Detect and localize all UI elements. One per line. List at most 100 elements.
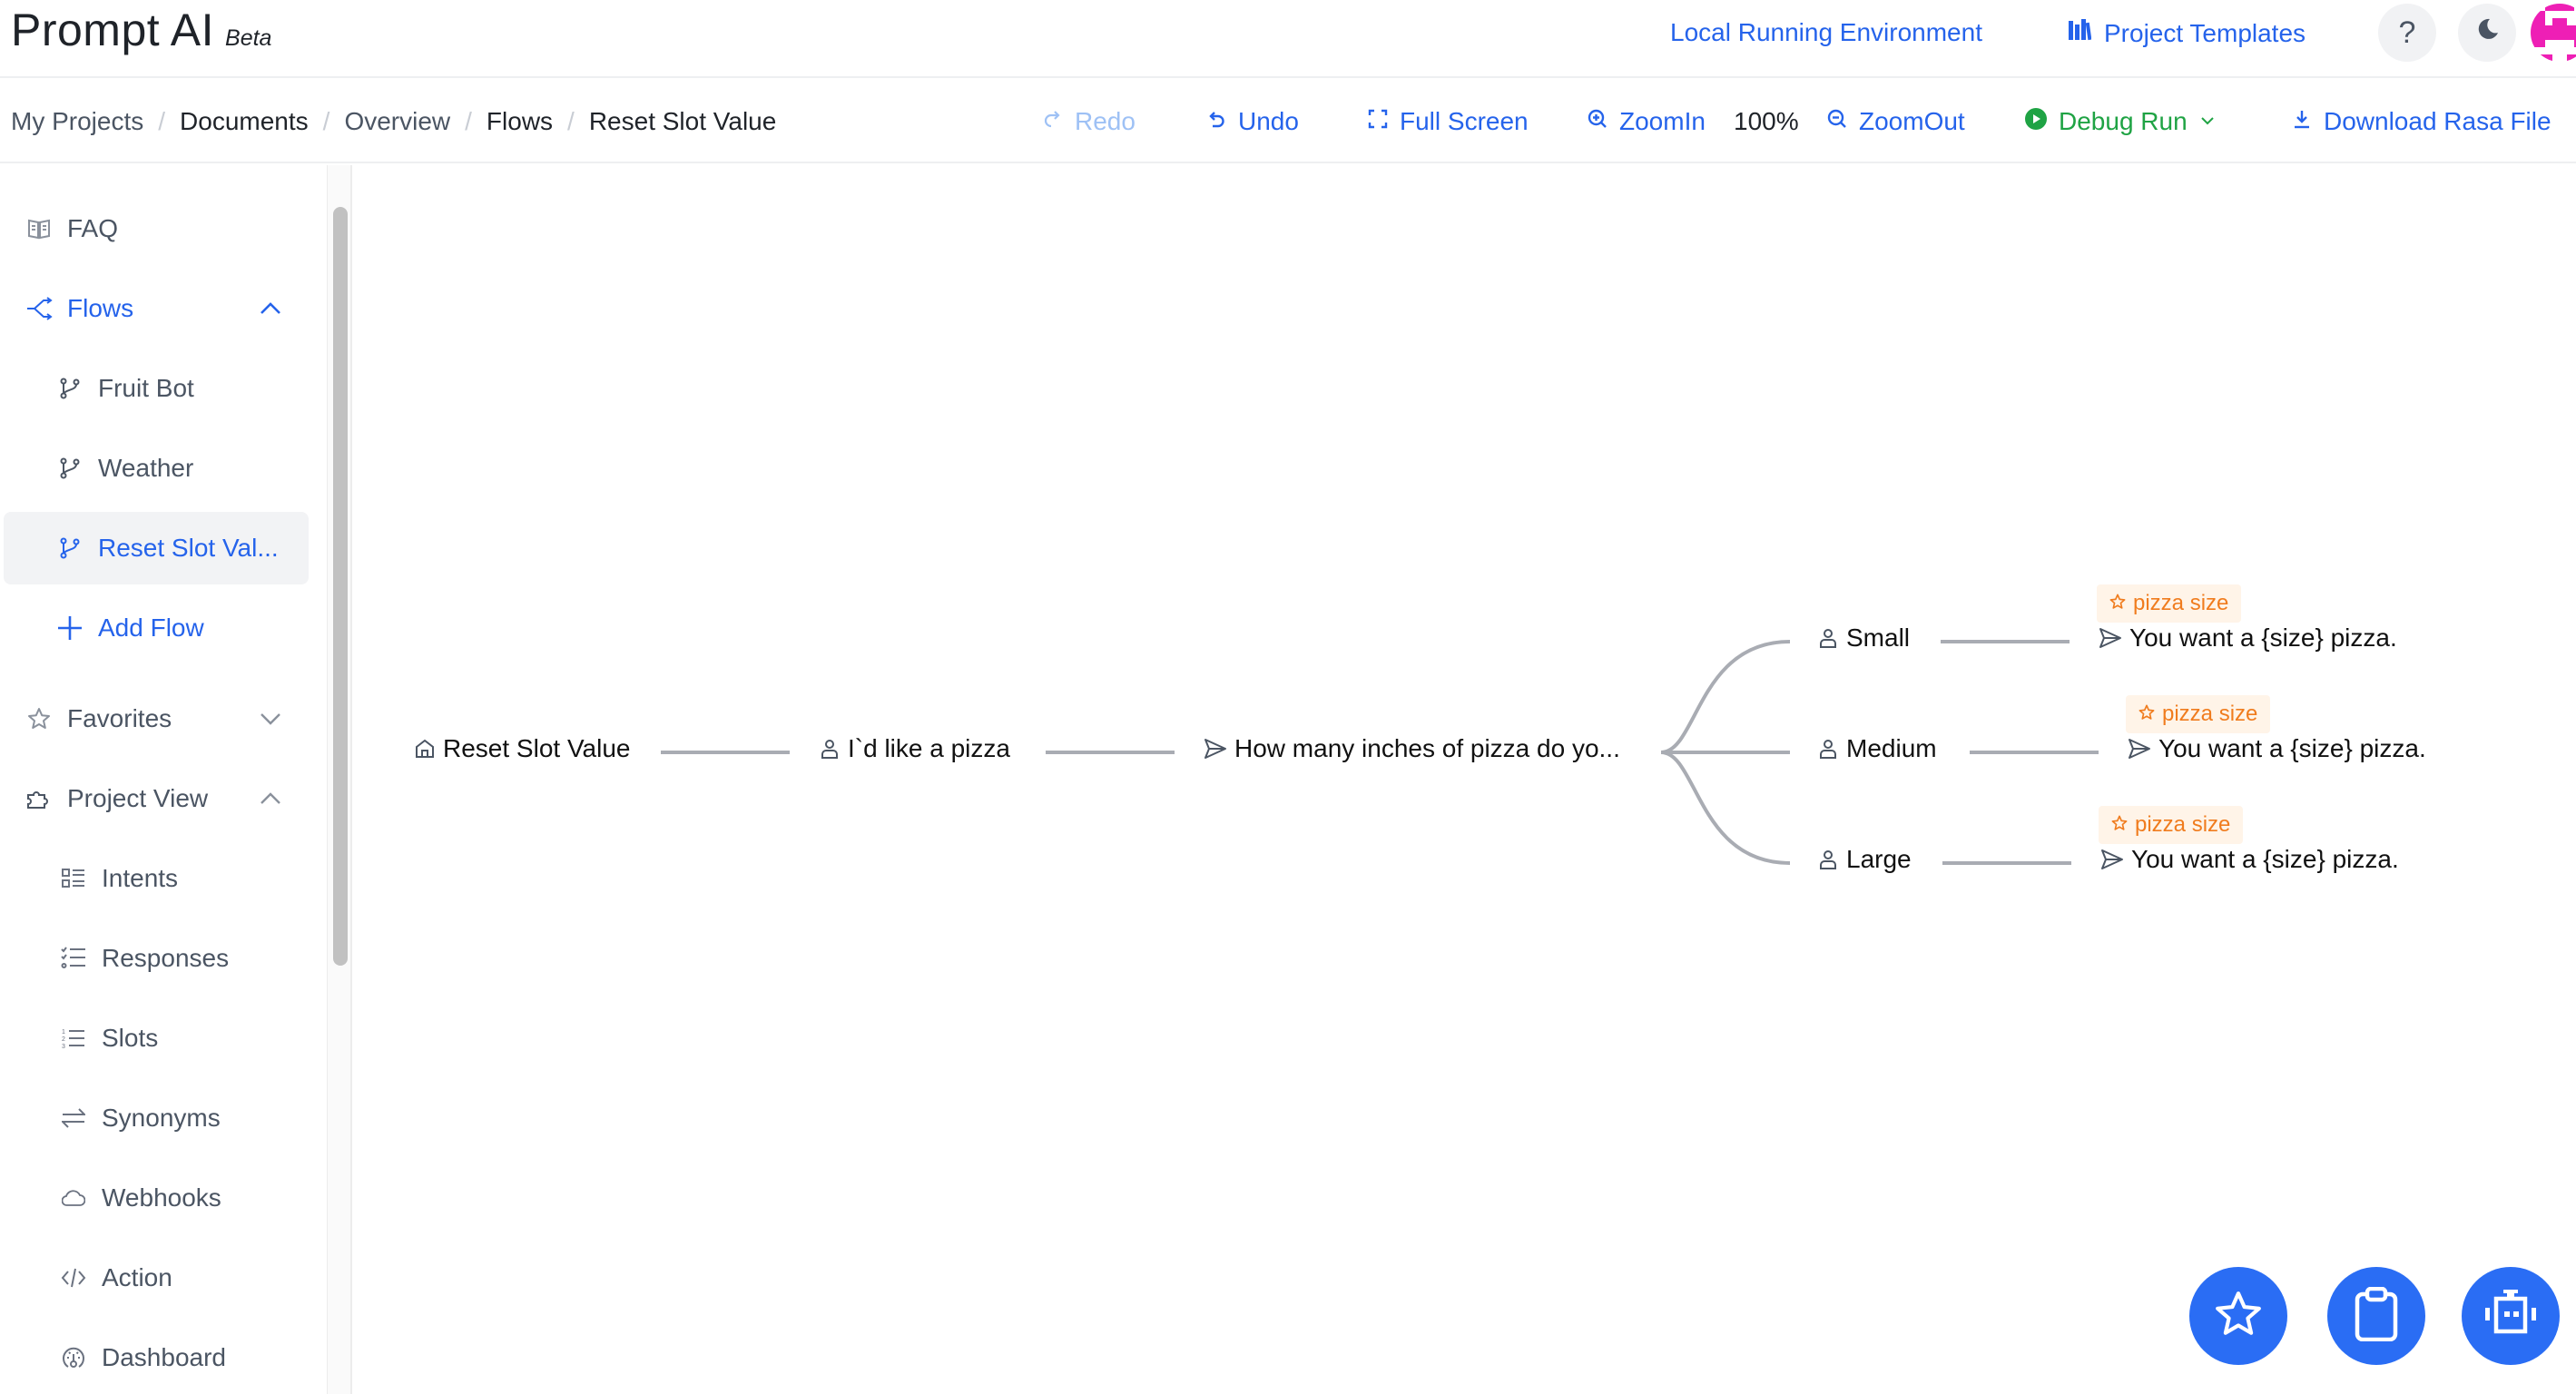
project-templates-link[interactable]: Project Templates: [2068, 18, 2306, 48]
puzzle-icon: [25, 786, 53, 811]
theme-toggle-button[interactable]: [2458, 4, 2516, 62]
branch-icon: [56, 537, 84, 559]
breadcrumb-my-projects[interactable]: My Projects: [11, 107, 143, 136]
flows-icon: [25, 297, 53, 320]
node-label: Small: [1846, 623, 1911, 652]
sidebar-item-dashboard[interactable]: Dashboard: [0, 1321, 309, 1394]
node-label: You want a {size} pizza.: [2131, 845, 2399, 873]
breadcrumb-documents[interactable]: Documents: [180, 107, 309, 136]
add-flow-label: Add Flow: [98, 614, 204, 642]
beta-badge: Beta: [225, 25, 272, 51]
sidebar-item-action[interactable]: Action: [0, 1242, 309, 1314]
breadcrumb-separator: /: [322, 107, 330, 135]
redo-button[interactable]: Redo: [1042, 80, 1136, 163]
zoom-out-button[interactable]: ZoomOut: [1826, 80, 1965, 163]
download-icon: [2291, 107, 2313, 136]
sidebar-item-slots[interactable]: 123 Slots: [0, 1002, 309, 1075]
breadcrumb-separator: /: [465, 107, 472, 135]
clipboard-icon: [2352, 1286, 2401, 1346]
sidebar-item-label: Project View: [67, 784, 209, 812]
user-icon: [1817, 738, 1839, 760]
breadcrumb-overview[interactable]: Overview: [344, 107, 450, 136]
sidebar-item-favorites[interactable]: Favorites: [0, 682, 309, 755]
sidebar-item-project-view[interactable]: Project View: [0, 762, 309, 835]
sidebar-item-label: Responses: [102, 944, 230, 972]
flow-start-node[interactable]: Reset Slot Value: [414, 734, 631, 763]
branch-icon: [56, 457, 84, 479]
slot-tag[interactable]: pizza size: [2099, 806, 2244, 844]
node-label: Medium: [1846, 734, 1937, 762]
undo-icon: [1205, 107, 1227, 136]
chevron-up-icon[interactable]: [258, 786, 283, 818]
user-avatar[interactable]: [2531, 4, 2576, 62]
home-icon: [414, 738, 436, 760]
sidebar-item-label: Flows: [67, 294, 134, 322]
sidebar-flow-item[interactable]: Fruit Bot: [0, 352, 309, 425]
zoom-level: 100%: [1734, 107, 1799, 135]
sidebar-item-webhooks[interactable]: Webhooks: [0, 1162, 309, 1234]
local-environment-link[interactable]: Local Running Environment: [1670, 18, 1982, 47]
sidebar-scrollbar[interactable]: [327, 165, 352, 1394]
checklist-icon: [60, 947, 87, 970]
sidebar-item-label: Webhooks: [102, 1183, 221, 1212]
sidebar-item-intents[interactable]: Intents: [0, 842, 309, 915]
add-flow-button[interactable]: Add Flow: [0, 592, 309, 664]
zoom-in-icon: [1587, 107, 1608, 136]
sidebar-item-label: FAQ: [67, 214, 119, 242]
branch-user-node[interactable]: Large: [1817, 845, 1912, 874]
sidebar-item-synonyms[interactable]: Synonyms: [0, 1082, 309, 1154]
download-label: Download Rasa File: [2324, 107, 2551, 135]
breadcrumb-separator: /: [158, 107, 166, 135]
user-intent-node[interactable]: I`d like a pizza: [819, 734, 1010, 763]
node-label: I`d like a pizza: [848, 734, 1010, 762]
branch-icon: [56, 378, 84, 399]
chevron-up-icon[interactable]: [258, 296, 283, 328]
branch-bot-node[interactable]: You want a {size} pizza.: [2099, 623, 2397, 653]
branch-curve: [1660, 751, 1791, 865]
slot-tag[interactable]: pizza size: [2126, 695, 2271, 733]
scrollbar-thumb[interactable]: [333, 207, 348, 966]
send-icon: [2100, 849, 2124, 870]
clipboard-fab[interactable]: [2327, 1267, 2425, 1365]
debug-run-button[interactable]: Debug Run: [2024, 80, 2217, 163]
zoom-out-icon: [1826, 107, 1848, 136]
flow-canvas[interactable]: Reset Slot Value I`d like a pizza How ma…: [354, 165, 2576, 1394]
zoom-in-button[interactable]: ZoomIn: [1587, 80, 1706, 163]
download-rasa-file-button[interactable]: Download Rasa File: [2291, 80, 2551, 163]
branch-user-node[interactable]: Small: [1817, 623, 1910, 653]
fullscreen-icon: [1367, 107, 1389, 136]
bot-response-node[interactable]: How many inches of pizza do yo...: [1204, 734, 1620, 763]
chevron-down-icon: [2198, 107, 2217, 136]
branch-user-node[interactable]: Medium: [1817, 734, 1937, 763]
sidebar-flow-item-active[interactable]: Reset Slot Val...: [4, 512, 309, 584]
undo-button[interactable]: Undo: [1205, 80, 1299, 163]
sidebar-item-label: Fruit Bot: [98, 374, 194, 402]
full-screen-button[interactable]: Full Screen: [1367, 80, 1529, 163]
intents-icon: [60, 868, 87, 889]
sidebar-flow-item[interactable]: Weather: [0, 432, 309, 505]
sidebar-item-label: Weather: [98, 454, 194, 482]
chatbot-fab[interactable]: [2462, 1267, 2560, 1365]
dashboard-gauge-icon: [60, 1346, 87, 1369]
sidebar-item-faq[interactable]: FAQ: [0, 192, 309, 265]
user-icon: [1817, 627, 1839, 649]
send-icon: [1204, 738, 1227, 760]
book-icon: [25, 218, 53, 240]
branch-bot-node[interactable]: You want a {size} pizza.: [2128, 734, 2426, 763]
flow-connectors: [661, 640, 2099, 865]
send-icon: [2128, 738, 2151, 760]
slot-tag-label: pizza size: [2162, 702, 2258, 726]
chevron-down-icon[interactable]: [258, 706, 283, 738]
sidebar-item-responses[interactable]: Responses: [0, 922, 309, 995]
favorites-fab[interactable]: [2189, 1267, 2287, 1365]
branch-bot-node[interactable]: You want a {size} pizza.: [2100, 845, 2399, 874]
sidebar-item-flows[interactable]: Flows: [0, 272, 309, 345]
slot-tag[interactable]: pizza size: [2097, 584, 2242, 623]
help-button[interactable]: ?: [2378, 4, 2436, 62]
numbered-list-icon: 123: [60, 1027, 87, 1049]
star-icon: [2109, 591, 2126, 616]
breadcrumb-flows[interactable]: Flows: [487, 107, 553, 136]
sidebar-item-label: Slots: [102, 1024, 159, 1052]
templates-icon: [2068, 18, 2092, 48]
code-icon: [60, 1267, 87, 1289]
